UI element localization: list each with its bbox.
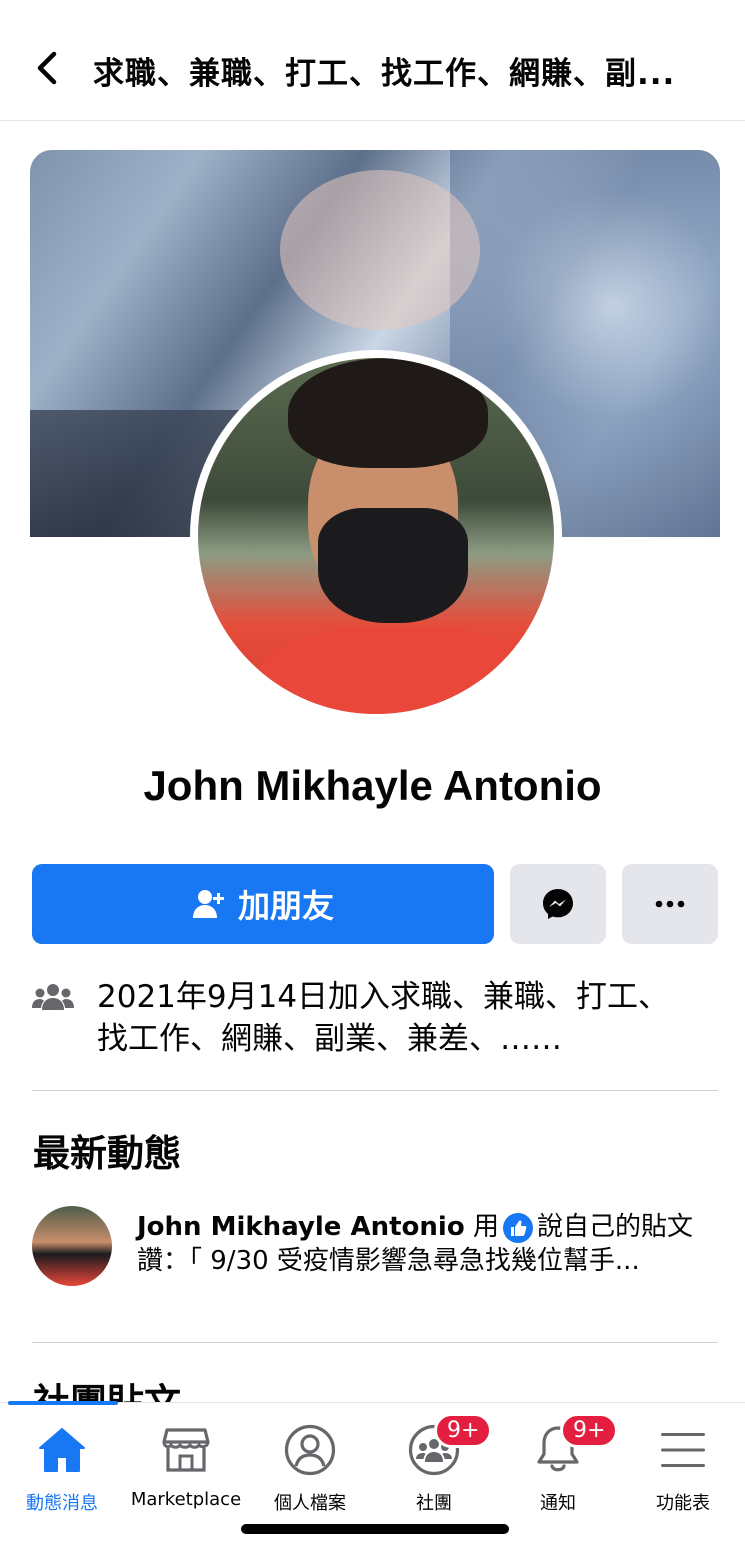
home-indicator — [241, 1524, 509, 1534]
more-options-button[interactable] — [622, 864, 718, 944]
like-icon — [502, 1212, 533, 1243]
tab-label: 通知 — [540, 1493, 576, 1514]
menu-icon — [661, 1433, 705, 1467]
tab-menu[interactable]: 功能表 — [621, 1421, 745, 1515]
divider — [32, 1090, 718, 1091]
cover-face-blur — [280, 170, 480, 330]
home-icon — [39, 1428, 85, 1472]
add-friend-button[interactable]: 加朋友 — [32, 864, 494, 944]
activity-item[interactable]: John Mikhayle Antonio 用 說自己的貼文 讚：「 9/30 受… — [137, 1210, 707, 1278]
active-tab-indicator — [8, 1401, 118, 1405]
ellipsis-icon — [655, 900, 685, 908]
tab-marketplace[interactable]: Marketplace — [124, 1421, 248, 1510]
profile-avatar[interactable] — [198, 358, 554, 714]
tab-notifications[interactable]: 9+ 通知 — [496, 1413, 620, 1515]
notifications-badge: 9+ — [560, 1413, 619, 1448]
joined-text: 2021年9月14日加入求職、兼職、打工、找工作、網賺、副業、兼差、…… — [97, 979, 670, 1057]
profile-name: John Mikhayle Antonio — [143, 762, 602, 809]
groups-badge: 9+ — [434, 1413, 493, 1448]
add-friend-icon — [192, 890, 224, 918]
tab-groups[interactable]: 9+ 社團 — [372, 1413, 496, 1515]
tab-news-feed[interactable]: 動態消息 — [0, 1421, 124, 1515]
divider — [32, 1342, 718, 1343]
tab-profile[interactable]: 個人檔案 — [248, 1421, 372, 1515]
tab-label: 功能表 — [656, 1493, 710, 1514]
members-icon — [32, 984, 74, 1010]
messenger-icon — [543, 889, 573, 919]
activity-verb: 用 — [472, 1212, 499, 1242]
avatar-shirt — [258, 628, 538, 714]
tab-label: 個人檔案 — [274, 1493, 346, 1514]
activity-avatar[interactable] — [32, 1206, 112, 1286]
back-button[interactable] — [32, 50, 62, 86]
activity-action: 說自己的貼文 — [536, 1212, 693, 1242]
latest-activity-title: 最新動態 — [33, 1132, 181, 1175]
message-button[interactable] — [510, 864, 606, 944]
page-title: 求職、兼職、打工、找工作、網賺、副... — [93, 56, 676, 92]
group-posts-title: 社團貼文 — [33, 1372, 181, 1402]
tab-label: 社團 — [416, 1493, 452, 1514]
add-friend-label: 加朋友 — [237, 887, 334, 925]
marketplace-icon — [162, 1428, 210, 1472]
top-bar: 求職、兼職、打工、找工作、網賺、副... — [0, 0, 745, 121]
avatar-mask — [318, 508, 468, 623]
chevron-left-icon — [37, 51, 57, 85]
activity-user-name[interactable]: John Mikhayle Antonio — [137, 1212, 465, 1242]
avatar-hair — [288, 358, 488, 468]
profile-icon — [284, 1424, 336, 1476]
activity-post-excerpt: 讚：「 9/30 受疫情影響急尋急找幾位幫手... — [137, 1246, 640, 1276]
tab-label: Marketplace — [130, 1489, 242, 1510]
tab-label: 動態消息 — [26, 1493, 98, 1514]
